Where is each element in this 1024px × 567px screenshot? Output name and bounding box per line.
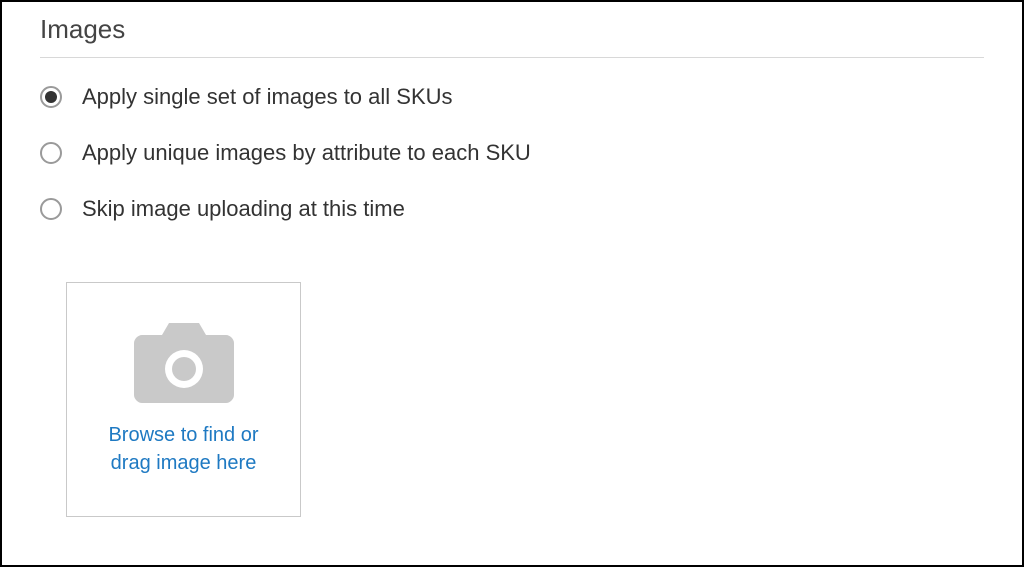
radio-icon bbox=[40, 142, 62, 164]
image-upload-dropzone[interactable]: Browse to find or drag image here bbox=[66, 282, 301, 517]
radio-option-unique-by-attribute[interactable]: Apply unique images by attribute to each… bbox=[40, 140, 984, 166]
radio-label: Apply unique images by attribute to each… bbox=[82, 140, 531, 166]
section-title: Images bbox=[40, 14, 984, 45]
radio-icon bbox=[40, 86, 62, 108]
upload-prompt-text: Browse to find or drag image here bbox=[67, 421, 300, 477]
camera-icon bbox=[134, 323, 234, 403]
image-mode-radio-group: Apply single set of images to all SKUs A… bbox=[40, 84, 984, 222]
radio-option-skip[interactable]: Skip image uploading at this time bbox=[40, 196, 984, 222]
section-divider bbox=[40, 57, 984, 58]
radio-option-single-set[interactable]: Apply single set of images to all SKUs bbox=[40, 84, 984, 110]
radio-label: Skip image uploading at this time bbox=[82, 196, 405, 222]
radio-icon bbox=[40, 198, 62, 220]
radio-label: Apply single set of images to all SKUs bbox=[82, 84, 453, 110]
